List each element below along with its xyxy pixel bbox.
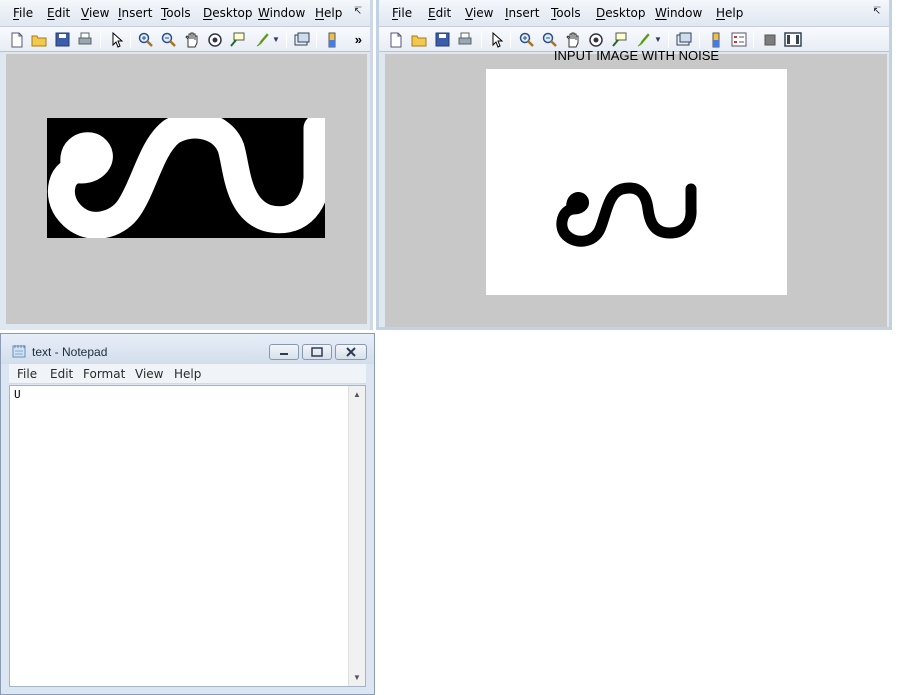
menubar-dock-icon[interactable]: ↸: [873, 6, 881, 17]
link-plot-icon[interactable]: [674, 30, 694, 49]
document-text: U: [14, 388, 21, 401]
open-folder-icon[interactable]: [409, 30, 429, 49]
menu-tools[interactable]: Tools: [161, 6, 191, 20]
data-cursor-icon[interactable]: [609, 30, 629, 49]
menu-desktop[interactable]: Desktop: [203, 6, 253, 20]
menu-view[interactable]: View: [465, 6, 493, 20]
menu-window[interactable]: Window: [655, 6, 702, 20]
hide-plot-tools-icon[interactable]: [760, 30, 780, 49]
open-folder-icon[interactable]: [29, 30, 49, 49]
zoom-in-icon[interactable]: [136, 30, 156, 49]
save-icon[interactable]: [432, 30, 452, 49]
save-icon[interactable]: [52, 30, 72, 49]
menu-insert[interactable]: Insert: [505, 6, 539, 20]
notepad-titlebar[interactable]: text - Notepad: [1, 334, 374, 364]
rotate-3d-icon[interactable]: [586, 30, 606, 49]
colorbar-icon[interactable]: [322, 30, 342, 49]
data-cursor-icon[interactable]: [227, 30, 247, 49]
notepad-text-area[interactable]: U ▲ ▼: [9, 385, 366, 687]
new-file-icon[interactable]: [7, 30, 27, 49]
binary-image-white-stroke: [47, 111, 331, 239]
menu-desktop[interactable]: Desktop: [596, 6, 646, 20]
print-icon[interactable]: [455, 30, 475, 49]
pointer-icon[interactable]: [487, 30, 507, 49]
figure-toolbar: ▼ »: [0, 27, 370, 52]
pan-hand-icon[interactable]: [563, 30, 583, 49]
show-plot-tools-icon[interactable]: [783, 30, 803, 49]
print-icon[interactable]: [75, 30, 95, 49]
pan-hand-icon[interactable]: [182, 30, 202, 49]
legend-icon[interactable]: [729, 30, 749, 49]
new-file-icon[interactable]: [386, 30, 406, 49]
minimize-button[interactable]: [269, 344, 299, 360]
figure-canvas: [6, 54, 367, 324]
colorbar-icon[interactable]: [706, 30, 726, 49]
axes-title: INPUT IMAGE WITH NOISE: [553, 48, 720, 63]
menu-edit[interactable]: Edit: [47, 6, 70, 20]
menu-tools[interactable]: Tools: [551, 6, 581, 20]
figure-window-right: File Edit View Insert Tools Desktop Wind…: [376, 0, 892, 330]
figure-menubar: File Edit View Insert Tools Desktop Wind…: [0, 0, 370, 27]
link-plot-icon[interactable]: [292, 30, 312, 49]
scroll-down-icon[interactable]: ▼: [349, 673, 365, 682]
notepad-menu-edit[interactable]: Edit: [50, 367, 73, 381]
brush-icon[interactable]: [252, 30, 272, 49]
brush-dropdown-icon[interactable]: ▼: [652, 30, 664, 49]
zoom-in-icon[interactable]: [517, 30, 537, 49]
scroll-up-icon[interactable]: ▲: [349, 390, 365, 399]
menubar-dock-icon[interactable]: ↸: [354, 6, 362, 17]
menu-view[interactable]: View: [81, 6, 109, 20]
menu-file[interactable]: File: [392, 6, 412, 20]
brush-icon[interactable]: [633, 30, 653, 49]
notepad-window: text - Notepad File Edit Format View Hel…: [0, 333, 375, 695]
notepad-menu-file[interactable]: File: [17, 367, 37, 381]
brush-dropdown-icon[interactable]: ▼: [270, 30, 282, 49]
maximize-button[interactable]: [302, 344, 332, 360]
window-title: text - Notepad: [32, 345, 108, 359]
pointer-icon[interactable]: [107, 30, 127, 49]
menu-help[interactable]: Help: [716, 6, 743, 20]
vertical-scrollbar[interactable]: ▲ ▼: [348, 386, 365, 686]
notepad-menu-view[interactable]: View: [135, 367, 163, 381]
notepad-menu-format[interactable]: Format: [83, 367, 125, 381]
rotate-3d-icon[interactable]: [205, 30, 225, 49]
zoom-out-icon[interactable]: [540, 30, 560, 49]
menu-window[interactable]: Window: [258, 6, 305, 20]
close-button[interactable]: [335, 344, 367, 360]
menu-file[interactable]: File: [13, 6, 33, 20]
menu-edit[interactable]: Edit: [428, 6, 451, 20]
notepad-menu-help[interactable]: Help: [174, 367, 201, 381]
figure-canvas: INPUT IMAGE WITH NOISE: [385, 48, 887, 327]
toolbar-overflow-icon[interactable]: »: [355, 32, 362, 47]
menu-insert[interactable]: Insert: [118, 6, 152, 20]
notepad-menubar: File Edit Format View Help: [9, 364, 366, 384]
noisy-input-image: [486, 69, 787, 295]
notepad-app-icon: [12, 344, 27, 358]
figure-menubar: File Edit View Insert Tools Desktop Wind…: [379, 0, 889, 27]
figure-window-left: File Edit View Insert Tools Desktop Wind…: [0, 0, 373, 330]
menu-help[interactable]: Help: [315, 6, 342, 20]
zoom-out-icon[interactable]: [159, 30, 179, 49]
